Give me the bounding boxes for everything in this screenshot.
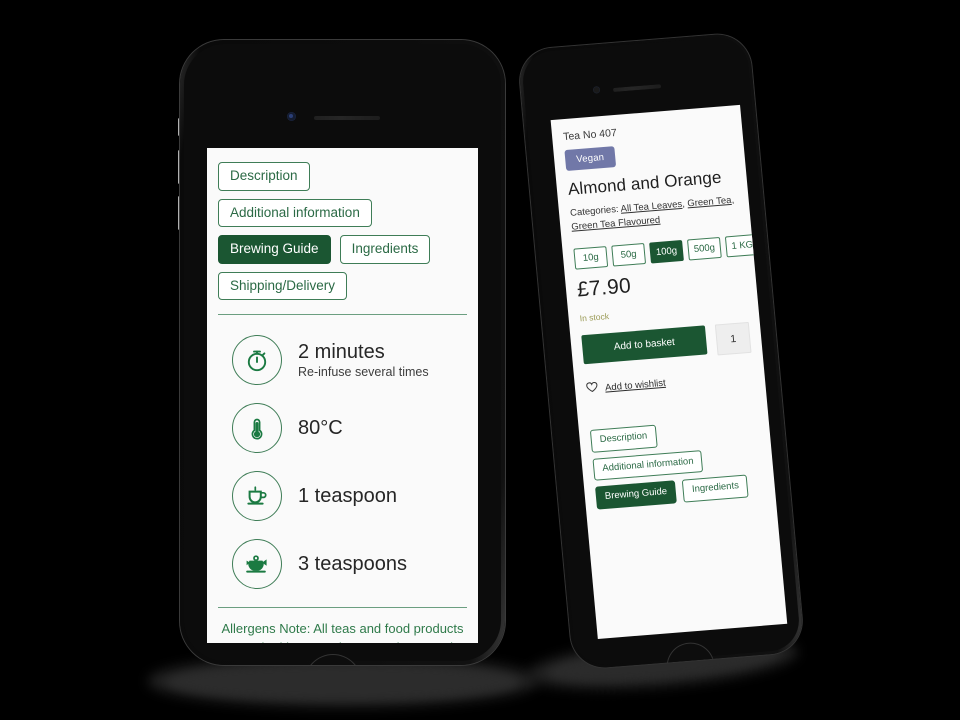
left-product-tabs: Description Additional information Brewi… (218, 162, 467, 300)
product-price: £7.90 (576, 274, 633, 302)
status-badge: Vegan (564, 146, 617, 172)
brew-temperature-text: 80°C (298, 417, 343, 440)
add-to-cart-row: Add to basket 1 (581, 321, 752, 366)
tab-description[interactable]: Description (218, 162, 310, 191)
category-link-all-tea-leaves[interactable]: All Tea Leaves (620, 199, 682, 215)
wishlist-label: Add to wishlist (604, 377, 667, 394)
brew-row-pot: 3 teaspoons (218, 539, 467, 589)
tea-number: Tea No 407 (562, 126, 618, 144)
tab-description[interactable]: Description (589, 424, 658, 453)
left-phone-shadow-core (168, 664, 518, 700)
add-to-basket-button[interactable]: Add to basket (581, 325, 708, 365)
smartphone-right: Tea No 407 Vegan Almond and Orange Categ… (517, 31, 805, 671)
smartphone-left: Description Additional information Brewi… (180, 40, 505, 665)
tab-brewing-guide[interactable]: Brewing Guide (218, 235, 331, 264)
allergens-line-2: are packed in an environment that contai… (218, 639, 467, 643)
front-camera-icon (287, 112, 296, 121)
brew-pot-value: 3 teaspoons (298, 552, 407, 575)
category-link-green-tea[interactable]: Green Tea (687, 195, 732, 209)
brew-time-text: 2 minutes Re-infuse several times (298, 341, 429, 379)
scene: Description Additional information Brewi… (0, 0, 960, 720)
weight-option-50g[interactable]: 50g (611, 242, 647, 267)
tab-shipping-delivery[interactable]: Shipping/Delivery (218, 271, 348, 300)
tab-additional-information[interactable]: Additional information (592, 449, 704, 481)
brew-cup-text: 1 teaspoon (298, 485, 397, 508)
stock-status: In stock (579, 311, 610, 324)
brew-time-note: Re-infuse several times (298, 365, 429, 379)
tabs-divider (218, 314, 467, 315)
tab-ingredients[interactable]: Ingredients (682, 474, 749, 503)
allergens-divider (218, 607, 467, 608)
tab-brewing-guide[interactable]: Brewing Guide (595, 480, 678, 510)
brew-temperature-value: 80°C (298, 416, 343, 439)
right-product-tabs: Description Additional information Brewi… (589, 417, 765, 510)
categories: Categories: All Tea Leaves, Green Tea, G… (569, 194, 735, 233)
stopwatch-icon (232, 335, 282, 385)
allergens-line-1: Allergens Note: All teas and food produc… (221, 621, 464, 636)
brew-cup-value: 1 teaspoon (298, 484, 397, 507)
heart-icon (586, 381, 599, 396)
brew-pot-text: 3 teaspoons (298, 553, 407, 576)
allergens-note: Allergens Note: All teas and food produc… (218, 607, 467, 643)
brewing-guide-page: Description Additional information Brewi… (207, 148, 478, 643)
tab-ingredients[interactable]: Ingredients (339, 235, 431, 264)
weight-option-100g[interactable]: 100g (649, 239, 684, 264)
weight-options: 10g 50g 100g 500g 1 KG (573, 233, 760, 270)
weight-option-500g[interactable]: 500g (686, 236, 722, 261)
brewing-guide-list: 2 minutes Re-infuse several times 80°C 1… (218, 335, 467, 589)
teacup-icon (232, 471, 282, 521)
teapot-icon (232, 539, 282, 589)
brew-time-value: 2 minutes (298, 341, 385, 363)
add-to-wishlist-button[interactable]: Add to wishlist (586, 369, 755, 396)
brew-row-cup: 1 teaspoon (218, 471, 467, 521)
thermometer-icon (232, 403, 282, 453)
earpiece-speaker-icon (314, 116, 380, 120)
tab-additional-information[interactable]: Additional information (218, 198, 372, 227)
weight-option-10g[interactable]: 10g (573, 245, 609, 270)
brew-row-time: 2 minutes Re-infuse several times (218, 335, 467, 385)
left-phone-screen: Description Additional information Brewi… (207, 148, 478, 643)
quantity-input[interactable]: 1 (714, 321, 752, 356)
product-detail-page: Tea No 407 Vegan Almond and Orange Categ… (551, 105, 776, 510)
brew-row-temperature: 80°C (218, 403, 467, 453)
categories-label: Categories: (569, 203, 620, 219)
